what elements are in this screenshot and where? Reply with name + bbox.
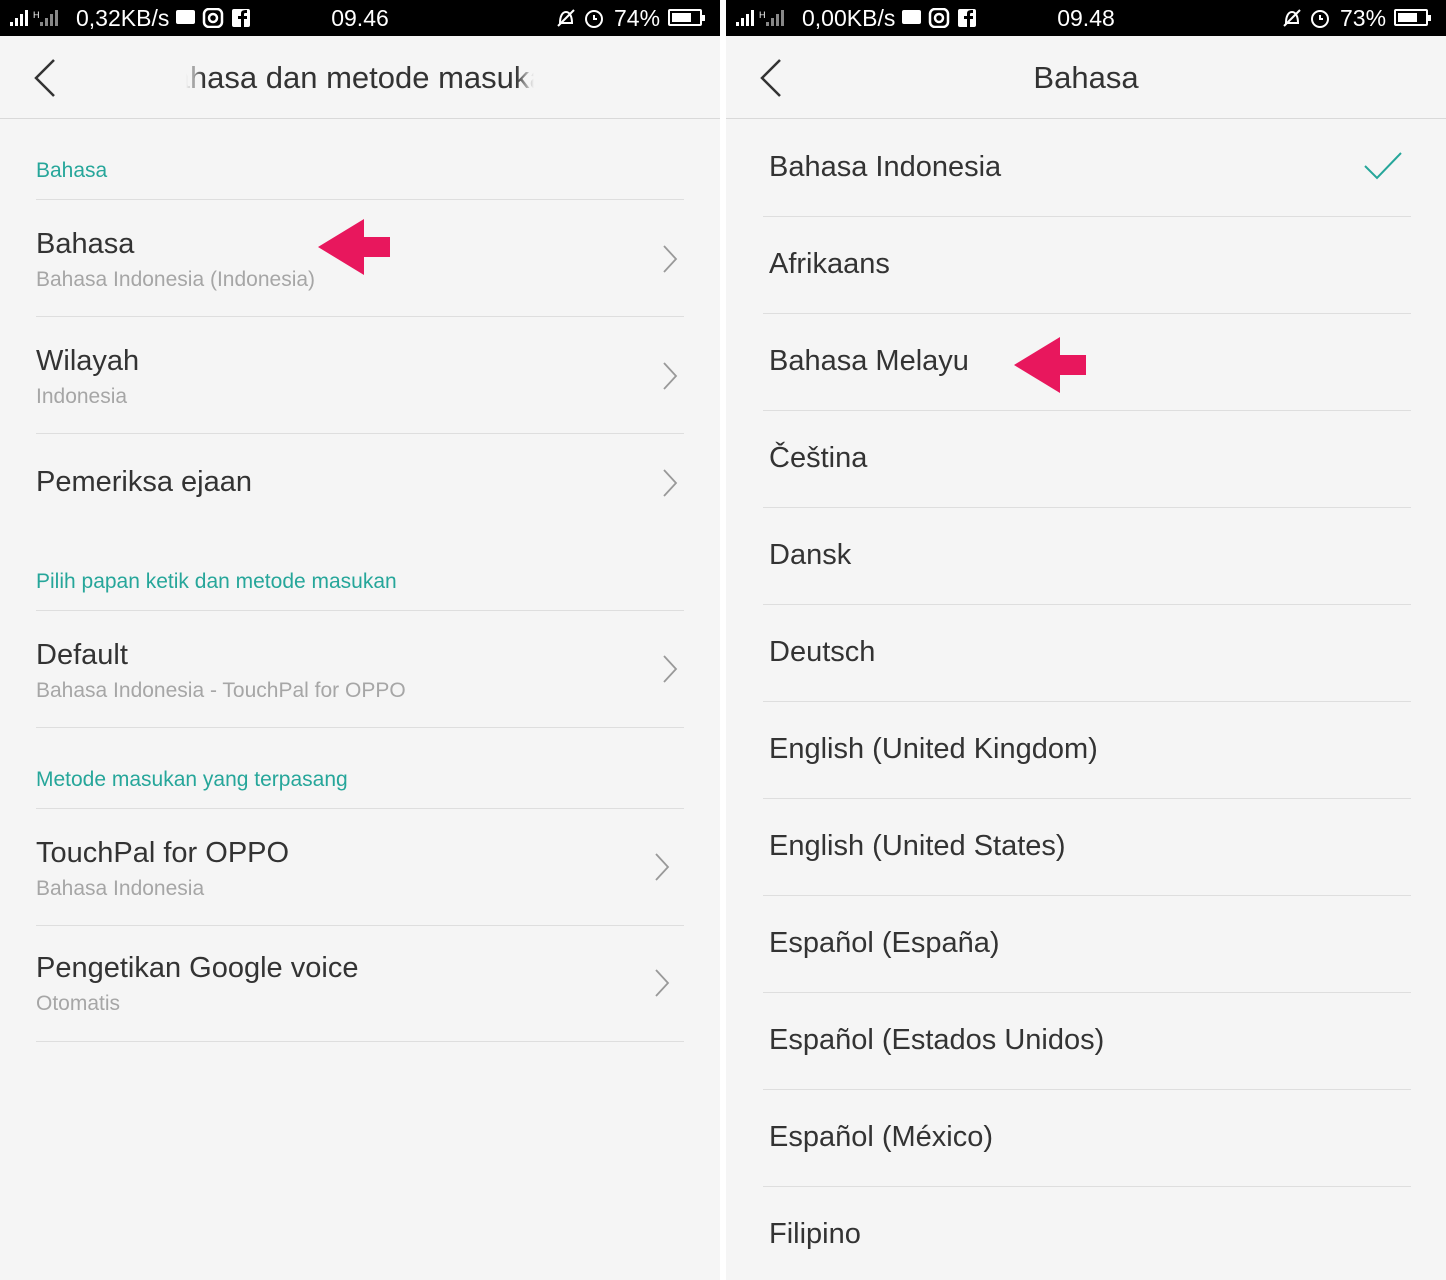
row-label: Wilayah	[36, 345, 140, 377]
language-label: Dansk	[769, 539, 852, 571]
language-label: Čeština	[769, 442, 868, 474]
app-bar: Bahasa	[726, 36, 1446, 119]
chevron-right-icon	[663, 469, 678, 497]
language-label: Bahasa Indonesia	[769, 151, 1002, 183]
chevron-right-icon	[655, 969, 670, 997]
status-bar: H 0,32KB/s 09.46 74%	[0, 0, 720, 36]
status-bar: H 0,00KB/s 09.48 73%	[726, 0, 1446, 36]
app-bar: Bahasa dan metode masukan	[0, 36, 720, 119]
page-title: Bahasa	[1033, 60, 1139, 95]
row-label: TouchPal for OPPO	[36, 837, 290, 869]
page-title: Bahasa dan metode masukan	[186, 60, 534, 96]
language-selection-screen: H 0,00KB/s 09.48 73% Bahasa Bahasa Indon…	[726, 0, 1446, 1280]
language-option[interactable]: Dansk	[763, 508, 1411, 605]
row-label: Default	[36, 639, 128, 671]
section-header-installed: Metode masukan yang terpasang	[36, 768, 348, 791]
battery-percent: 73%	[1340, 5, 1387, 31]
language-label: Afrikaans	[769, 248, 890, 280]
spell-checker-row[interactable]: Pemeriksa ejaan	[36, 434, 684, 532]
row-label: Pemeriksa ejaan	[36, 466, 252, 498]
row-subtitle: Indonesia	[36, 385, 128, 408]
chevron-right-icon	[655, 853, 670, 881]
language-option[interactable]: English (United States)	[763, 799, 1411, 896]
default-keyboard-row[interactable]: Default Bahasa Indonesia - TouchPal for …	[36, 611, 684, 727]
row-label: Pengetikan Google voice	[36, 952, 359, 984]
google-voice-row[interactable]: Pengetikan Google voice Otomatis	[36, 926, 684, 1041]
row-label: Bahasa	[36, 228, 135, 260]
language-option[interactable]: Afrikaans	[763, 217, 1411, 314]
language-label: Bahasa Melayu	[769, 345, 969, 377]
row-subtitle: Bahasa Indonesia - TouchPal for OPPO	[36, 679, 406, 702]
language-label: Español (México)	[769, 1121, 994, 1153]
language-option[interactable]: Español (México)	[763, 1090, 1411, 1187]
battery-icon	[1394, 9, 1431, 26]
alarm-mute-icons	[1283, 9, 1329, 28]
language-label: Deutsch	[769, 636, 876, 668]
language-label: Español (Estados Unidos)	[769, 1024, 1105, 1056]
language-label: Español (España)	[769, 927, 1000, 959]
language-option[interactable]: English (United Kingdom)	[763, 702, 1411, 799]
language-input-settings-screen: H 0,32KB/s 09.46 74% Bahasa dan metode m…	[0, 0, 720, 1280]
language-option[interactable]: Filipino	[763, 1187, 1411, 1280]
row-subtitle: Bahasa Indonesia	[36, 877, 205, 900]
checkmark-icon	[1364, 152, 1402, 180]
back-arrow-icon[interactable]	[32, 56, 62, 100]
language-label: Filipino	[769, 1218, 861, 1250]
divider	[36, 727, 684, 728]
chevron-right-icon	[663, 245, 678, 273]
battery-percent: 74%	[614, 5, 661, 31]
clock: 09.48	[1057, 5, 1115, 31]
region-row[interactable]: Wilayah Indonesia	[36, 317, 684, 433]
alarm-mute-icons	[557, 9, 603, 28]
annotation-arrow-icon	[1014, 337, 1086, 393]
annotation-arrow-icon	[318, 219, 390, 275]
row-subtitle: Otomatis	[36, 992, 121, 1015]
section-header-language: Bahasa	[36, 159, 108, 182]
language-option[interactable]: Bahasa Indonesia	[763, 120, 1411, 217]
language-label: English (United Kingdom)	[769, 733, 1098, 765]
battery-icon	[668, 9, 705, 26]
language-option[interactable]: Bahasa Melayu	[763, 314, 1411, 411]
chevron-right-icon	[663, 362, 678, 390]
chevron-right-icon	[663, 655, 678, 683]
language-label: English (United States)	[769, 830, 1066, 862]
language-option[interactable]: Deutsch	[763, 605, 1411, 702]
section-header-keyboard: Pilih papan ketik dan metode masukan	[36, 570, 397, 593]
language-option[interactable]: Čeština	[763, 411, 1411, 508]
divider	[36, 1041, 684, 1042]
row-subtitle: Bahasa Indonesia (Indonesia)	[36, 268, 316, 291]
touchpal-row[interactable]: TouchPal for OPPO Bahasa Indonesia	[36, 809, 684, 925]
language-option[interactable]: Español (España)	[763, 896, 1411, 993]
language-option[interactable]: Español (Estados Unidos)	[763, 993, 1411, 1090]
clock: 09.46	[331, 5, 389, 31]
